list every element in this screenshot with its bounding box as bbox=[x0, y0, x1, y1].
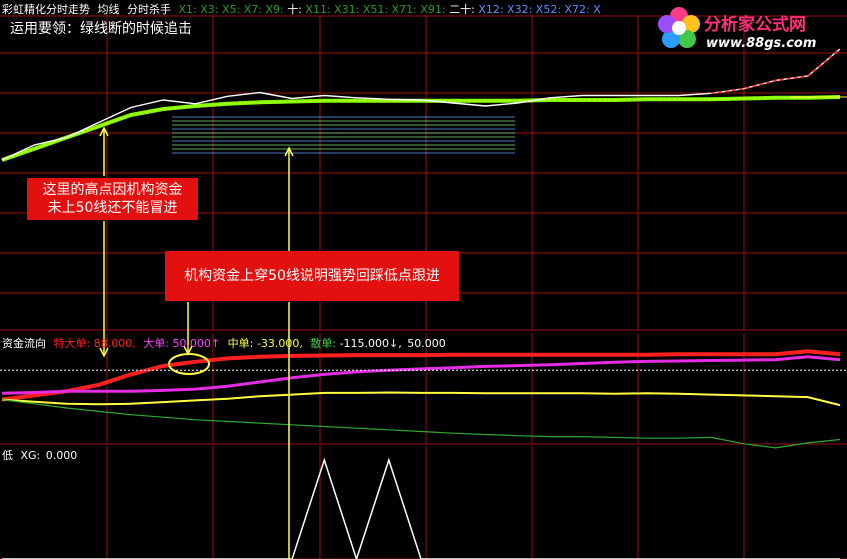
xg-panel-name: 低 bbox=[2, 449, 13, 462]
small-value: -115.000↓, bbox=[339, 337, 402, 350]
avg-line-label: 均线 bbox=[97, 3, 120, 16]
price-panel bbox=[1, 48, 847, 162]
medium-label: 中单: bbox=[227, 337, 254, 350]
large-value: 50.000↑ bbox=[172, 337, 221, 350]
ma50-line bbox=[1, 95, 841, 162]
fund-flow-small-line bbox=[1, 399, 841, 449]
ma-label-2: 十: bbox=[287, 3, 302, 16]
indicator-name: 分时杀手 bbox=[127, 3, 171, 16]
ma-label-3: X11: X31: X51: X71: X91: bbox=[305, 3, 446, 16]
ma50-dots bbox=[1, 96, 841, 161]
site-logo[interactable]: 分析家公式网 www.88gs.com bbox=[650, 4, 846, 54]
medium-value: -33.000, bbox=[256, 337, 303, 350]
super-large-value: 88.000, bbox=[93, 337, 136, 350]
price-line bbox=[1, 48, 841, 161]
ma-label-5: X12: X32: X52: X72: bbox=[478, 3, 590, 16]
fund-flow-header: 资金流向 特大单: 88.000, 大单: 50.000↑ 中单: -33.00… bbox=[2, 335, 446, 351]
xg-signal-line bbox=[2, 457, 840, 559]
xg-label: XG: bbox=[20, 449, 41, 462]
annotation-high-point: 这里的高点因机构资金 未上50线还不能冒进 bbox=[27, 178, 198, 220]
flower-logo-icon bbox=[658, 7, 700, 48]
super-large-label: 特大单: bbox=[53, 337, 91, 350]
annotation-crossover: 机构资金上穿50线说明强势回踩低点跟进 bbox=[165, 251, 459, 301]
usage-tip: 运用要领：绿线断的时候追击 bbox=[10, 21, 192, 37]
large-label: 大单: bbox=[143, 337, 169, 350]
xg-panel bbox=[2, 457, 840, 559]
reference-value: 50.000 bbox=[407, 337, 446, 350]
ma-label-6: X bbox=[593, 3, 601, 16]
logo-title: 分析家公式网 bbox=[704, 15, 806, 35]
logo-url: www.88gs.com bbox=[706, 36, 817, 51]
fund-flow-medium-line bbox=[1, 391, 841, 407]
xg-header: 低 XG: 0.000 bbox=[2, 447, 77, 463]
stock-title: 彩虹精化分时走势 bbox=[2, 3, 90, 16]
fund-flow-title: 资金流向 bbox=[2, 337, 46, 350]
small-label: 散单: bbox=[310, 337, 337, 350]
ma-label-1: X1: X3: X5: X7: X9: bbox=[178, 3, 284, 16]
fund-flow-panel bbox=[0, 349, 847, 449]
chart-header: 彩虹精化分时走势 均线 分时杀手 X1: X3: X5: X7: X9: 十: … bbox=[2, 1, 601, 17]
price-tail-red bbox=[710, 48, 841, 95]
ma-label-4: 二十: bbox=[449, 3, 475, 16]
xg-value: 0.000 bbox=[45, 449, 78, 462]
